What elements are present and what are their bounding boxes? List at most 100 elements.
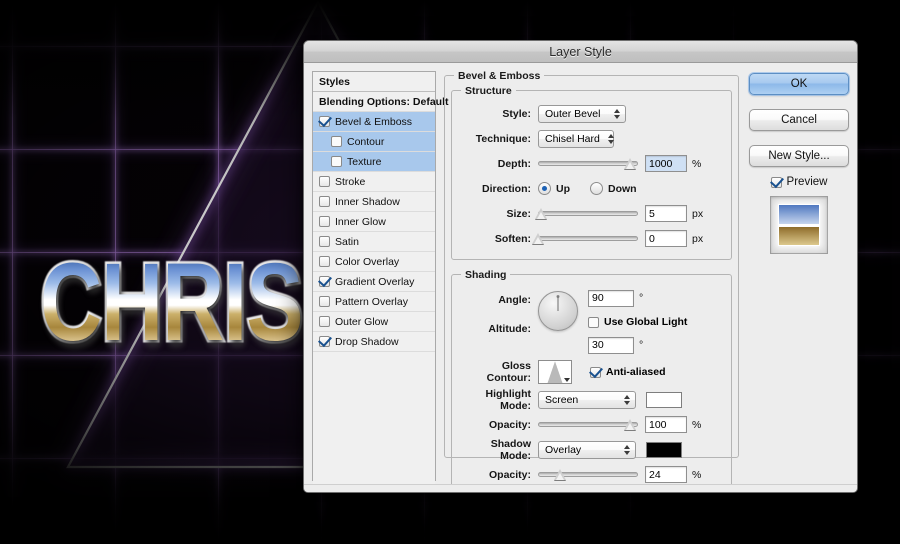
shadow-mode-row: Shadow Mode: Overlay <box>460 437 723 462</box>
bevel-emboss-group: Bevel & Emboss Structure Style: Outer Be… <box>444 70 739 492</box>
sidebar-item-stroke[interactable]: Stroke <box>313 172 435 192</box>
angle-value-row: 90 ° <box>588 285 723 311</box>
sidebar-item-drop-shadow[interactable]: Drop Shadow <box>313 332 435 352</box>
size-unit: px <box>692 207 704 220</box>
direction-down-radio[interactable] <box>590 182 603 195</box>
checkbox-checked-icon[interactable] <box>319 276 330 287</box>
depth-slider-thumb[interactable] <box>624 157 636 169</box>
highlight-opacity-row: Opacity: 100 % <box>460 412 723 437</box>
sidebar-item-pattern-overlay[interactable]: Pattern Overlay <box>313 292 435 312</box>
use-global-light-label: Use Global Light <box>604 316 688 328</box>
gloss-contour-preview[interactable] <box>538 360 572 384</box>
highlight-opacity-slider[interactable] <box>538 418 638 430</box>
checkbox-icon[interactable] <box>319 296 330 307</box>
shading-group: Shading Angle: Altitude: 90 ° Use Global… <box>451 269 732 492</box>
sidebar-item-blending-options-default[interactable]: Blending Options: Default <box>313 92 449 112</box>
highlight-opacity-track <box>538 422 638 427</box>
shadow-color-swatch[interactable] <box>646 441 682 458</box>
dialog-titlebar[interactable]: Layer Style <box>304 41 857 63</box>
angle-input[interactable]: 90 <box>588 289 634 307</box>
shadow-opacity-slider[interactable] <box>538 468 638 480</box>
size-slider[interactable] <box>535 207 638 219</box>
angle-unit: ° <box>639 292 644 304</box>
checkbox-icon[interactable] <box>319 316 330 327</box>
gloss-contour-label: Gloss Contour: <box>486 360 531 384</box>
soften-input[interactable]: 0 <box>645 230 687 247</box>
style-select[interactable]: Outer Bevel <box>538 104 626 123</box>
checkbox-icon[interactable] <box>331 156 342 167</box>
sidebar-item-label: Texture <box>347 155 382 168</box>
style-row: Style: Outer Bevel <box>460 101 723 126</box>
soften-slider[interactable] <box>532 232 638 244</box>
altitude-value-row: 30 ° <box>588 333 723 357</box>
sidebar-item-bevel-emboss[interactable]: Bevel & Emboss <box>313 112 435 132</box>
anti-aliased-checkbox[interactable] <box>590 366 601 378</box>
shadow-opacity-value: 24 <box>649 468 661 481</box>
sidebar-item-inner-shadow[interactable]: Inner Shadow <box>313 192 435 212</box>
screen: CHRIS CHRIS Layer Style Styles Blending … <box>0 0 900 544</box>
shadow-opacity-unit: % <box>692 468 702 481</box>
altitude-label: Altitude: <box>488 323 531 335</box>
sidebar-item-gradient-overlay[interactable]: Gradient Overlay <box>313 272 435 292</box>
checkbox-checked-icon[interactable] <box>319 336 330 347</box>
preview-label: Preview <box>786 176 828 188</box>
sidebar-list[interactable]: Blending Options: Default Bevel & Emboss C… <box>313 92 449 352</box>
angle-label-row: Angle: <box>460 285 538 315</box>
use-global-light-checkbox[interactable] <box>588 316 599 328</box>
depth-value: 1000 <box>649 157 673 170</box>
bevel-emboss-legend: Bevel & Emboss <box>454 70 545 82</box>
new-style-button[interactable]: New Style... <box>749 145 849 167</box>
highlight-opacity-thumb[interactable] <box>624 418 636 430</box>
sidebar-item-texture[interactable]: Texture <box>313 152 435 172</box>
shadow-opacity-input[interactable]: 24 <box>645 466 687 483</box>
checkbox-icon[interactable] <box>319 236 330 247</box>
size-input[interactable]: 5 <box>645 205 687 222</box>
sidebar-item-color-overlay[interactable]: Color Overlay <box>313 252 435 272</box>
ok-button[interactable]: OK <box>749 73 849 95</box>
highlight-color-swatch[interactable] <box>646 391 682 408</box>
technique-row: Technique: Chisel Hard <box>460 126 723 151</box>
shadow-opacity-thumb[interactable] <box>554 468 566 480</box>
technique-select[interactable]: Chisel Hard <box>538 129 615 148</box>
checkbox-icon[interactable] <box>319 256 330 267</box>
angle-dial[interactable] <box>538 291 578 331</box>
soften-unit: px <box>692 232 704 245</box>
highlight-mode-select[interactable]: Screen <box>538 390 636 409</box>
sidebar-item-contour[interactable]: Contour <box>313 132 435 152</box>
depth-input[interactable]: 1000 <box>645 155 687 172</box>
size-label: Size: <box>506 207 531 220</box>
size-slider-thumb[interactable] <box>535 207 547 219</box>
soften-label: Soften: <box>494 232 531 245</box>
checkbox-icon[interactable] <box>319 196 330 207</box>
sidebar-item-outer-glow[interactable]: Outer Glow <box>313 312 435 332</box>
technique-select-value: Chisel Hard <box>545 132 600 145</box>
highlight-opacity-input[interactable]: 100 <box>645 416 687 433</box>
checkbox-checked-icon[interactable] <box>319 116 330 127</box>
sidebar-header-label: Styles <box>319 75 350 88</box>
shading-legend: Shading <box>461 269 511 281</box>
direction-up-radio[interactable] <box>538 182 551 195</box>
highlight-mode-label: Highlight Mode: <box>485 387 532 412</box>
altitude-input[interactable]: 30 <box>588 336 634 354</box>
checkbox-icon[interactable] <box>319 176 330 187</box>
size-row: Size: 5 px <box>460 201 723 226</box>
checkbox-icon[interactable] <box>331 136 342 147</box>
chevron-updown-icon <box>621 444 632 455</box>
sidebar-item-satin[interactable]: Satin <box>313 232 435 252</box>
sidebar-item-label: Gradient Overlay <box>335 275 415 288</box>
angle-dial-needle <box>557 296 559 311</box>
checkbox-icon[interactable] <box>319 216 330 227</box>
depth-slider[interactable] <box>538 157 638 169</box>
shadow-opacity-label: Opacity: <box>488 468 531 481</box>
preview-checkbox[interactable] <box>770 176 782 188</box>
soften-slider-thumb[interactable] <box>532 232 544 244</box>
preview-row[interactable]: Preview <box>749 176 849 188</box>
dialog-actions: OK Cancel New Style... Preview <box>739 71 849 481</box>
gloss-contour-dropdown-icon[interactable] <box>564 378 570 382</box>
sidebar-item-inner-glow[interactable]: Inner Glow <box>313 212 435 232</box>
cancel-button[interactable]: Cancel <box>749 109 849 131</box>
effect-panel: Bevel & Emboss Structure Style: Outer Be… <box>436 70 739 492</box>
shadow-mode-value: Overlay <box>545 443 582 456</box>
shadow-mode-select[interactable]: Overlay <box>538 440 636 459</box>
styles-sidebar[interactable]: Styles Blending Options: Default Bevel & … <box>312 71 449 492</box>
